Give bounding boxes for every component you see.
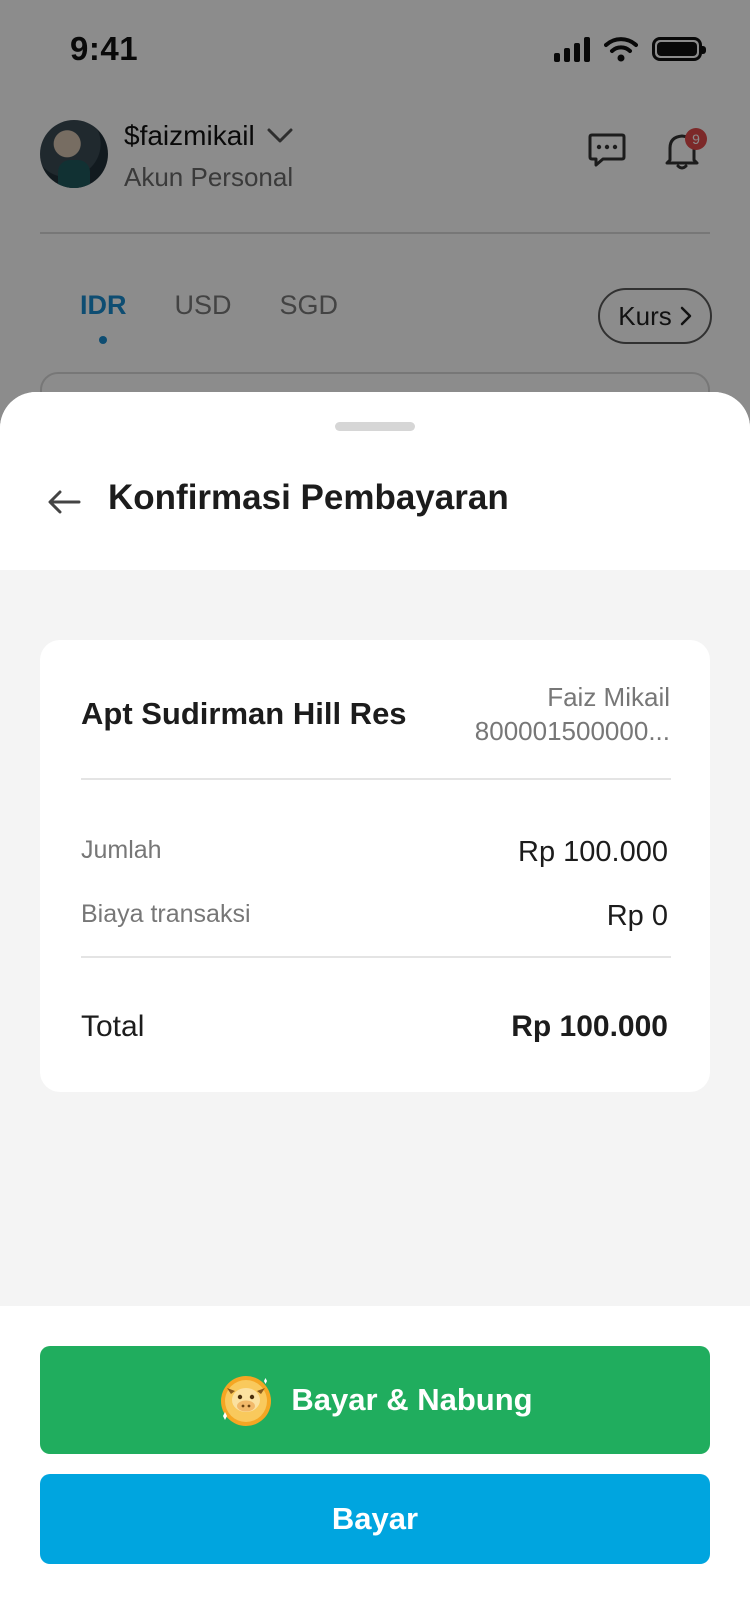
pay-button[interactable]: Bayar <box>40 1474 710 1564</box>
back-button[interactable] <box>44 482 84 522</box>
card-divider <box>81 956 671 958</box>
fee-label: Biaya transaksi <box>81 900 251 928</box>
amount-value: Rp 100.000 <box>518 836 668 868</box>
sheet-title: Konfirmasi Pembayaran <box>108 478 509 517</box>
pay-and-save-button[interactable]: Bayar & Nabung <box>40 1346 710 1454</box>
payment-confirmation-sheet: Konfirmasi Pembayaran Apt Sudirman Hill … <box>0 392 750 1624</box>
sheet-footer: Bayar & Nabung Bayar <box>0 1306 750 1624</box>
fee-value: Rp 0 <box>606 900 668 932</box>
biller-name: Apt Sudirman Hill Res <box>81 696 407 731</box>
drag-handle[interactable] <box>335 422 415 431</box>
amount-label: Jumlah <box>81 836 162 864</box>
customer-name: Faiz Mikail <box>547 682 670 712</box>
sheet-header: Konfirmasi Pembayaran <box>0 392 750 570</box>
cow-mascot-icon <box>221 1376 272 1426</box>
total-label: Total <box>81 1010 145 1043</box>
pay-label: Bayar <box>331 1501 419 1536</box>
back-arrow-icon <box>48 490 81 514</box>
card-divider <box>81 778 671 780</box>
total-value: Rp 100.000 <box>511 1010 668 1043</box>
payment-summary-card: Apt Sudirman Hill Res Faiz Mikail 800001… <box>40 640 710 1092</box>
pay-and-save-label: Bayar & Nabung <box>291 1382 533 1417</box>
customer-number: 800001500000... <box>474 716 670 746</box>
